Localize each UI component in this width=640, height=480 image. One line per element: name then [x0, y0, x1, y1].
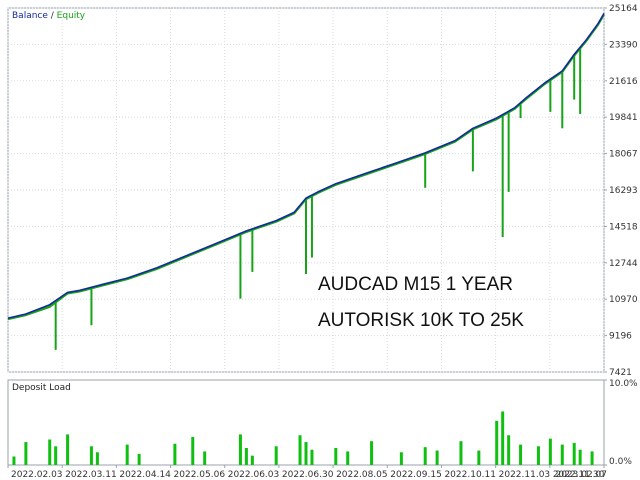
- y-tick-label: 23390: [609, 40, 638, 50]
- x-tick-label: 2023.02.07: [555, 470, 607, 480]
- deposit-load-bar: [590, 451, 594, 465]
- x-tick-label: 2022.05.06: [174, 470, 226, 480]
- y-tick-label: 7421: [609, 368, 632, 378]
- deposit-load-bar: [48, 439, 52, 465]
- legend-equity: Equity: [57, 11, 86, 21]
- x-tick-label: 2022.08.05: [336, 470, 388, 480]
- deposit-load-bar: [250, 455, 254, 465]
- x-tick-label: 2022.04.14: [119, 470, 171, 480]
- deposit-load-bar: [244, 448, 248, 465]
- y-tick-label: 12744: [609, 259, 638, 269]
- deposit-load-bar: [519, 444, 523, 465]
- deposit-load-bar: [66, 434, 70, 465]
- deposit-load-bar: [370, 441, 374, 465]
- y-tick-label: 14518: [609, 222, 638, 232]
- deposit-load-bar: [137, 453, 141, 465]
- deposit-load-bar: [477, 450, 481, 465]
- y-tick-label: 18067: [609, 150, 638, 160]
- deposit-load-bar: [572, 442, 576, 465]
- legend-separator: /: [48, 11, 57, 21]
- deposit-load-bar: [346, 451, 350, 465]
- deposit-load-bar: [54, 446, 58, 465]
- deposit-load-bar: [298, 435, 302, 465]
- legend-balance: Balance: [12, 11, 48, 21]
- deposit-load-bar: [310, 449, 314, 465]
- deposit-load-bar: [191, 436, 195, 465]
- deposit-load-bar: [399, 452, 403, 465]
- deposit-load-bar: [203, 451, 207, 465]
- y-tick-label: 10970: [609, 295, 638, 305]
- deposit-load-bar: [536, 446, 540, 465]
- backtest-chart: 25164 23390 21616 19841 18067 16293 14518 12744…: [7, 4, 638, 480]
- deposit-load-bar: [495, 420, 499, 465]
- deposit-load-bar: [334, 448, 338, 465]
- deposit-load-bar: [173, 443, 177, 465]
- deposit-load-panel: 10.0% 0.0% Deposit Load: [7, 379, 638, 467]
- deposit-load-bar: [304, 442, 308, 465]
- x-tick-label: 2022.10.11: [444, 470, 496, 480]
- deposit-load-bar: [548, 438, 552, 465]
- x-tick-label: 2022.06.30: [282, 470, 334, 480]
- y-tick-label: 9196: [609, 332, 632, 342]
- deposit-load-bar: [238, 434, 242, 465]
- chart-annotation-line: AUDCAD M15 1 YEAR: [318, 274, 513, 295]
- deposit-load-bar: [95, 452, 99, 465]
- x-tick-label: 2022.03.11: [65, 470, 117, 480]
- deposit-load-bar: [274, 446, 278, 465]
- deposit-load-bar: [501, 411, 505, 465]
- deposit-load-bar: [24, 442, 28, 465]
- x-tick-label: 2022.11.03: [499, 470, 551, 480]
- date-axis: 2022.02.03 2022.03.11 2022.04.14 2022.05.06…: [7, 465, 607, 480]
- deposit-load-bar: [89, 446, 93, 465]
- load-y-tick-label: 0.0%: [609, 457, 632, 467]
- deposit-load-bar: [423, 447, 427, 465]
- deposit-load-bar: [459, 441, 463, 465]
- y-tick-label: 25164: [609, 4, 638, 14]
- x-tick-label: 2022.06.03: [228, 470, 280, 480]
- x-tick-label: 2022.02.03: [11, 470, 63, 480]
- y-tick-label: 21616: [609, 77, 638, 87]
- deposit-load-bar: [507, 435, 511, 465]
- deposit-load-bar: [435, 450, 439, 465]
- load-legend: Deposit Load: [12, 383, 71, 393]
- deposit-load-bar: [125, 444, 129, 465]
- y-tick-label: 19841: [609, 113, 638, 123]
- load-y-tick-label: 10.0%: [609, 379, 638, 389]
- chart-annotation-line: AUTORISK 10K TO 25K: [318, 310, 524, 331]
- y-tick-label: 16293: [609, 186, 638, 196]
- balance-equity-panel: 25164 23390 21616 19841 18067 16293 14518 12744…: [7, 4, 638, 378]
- deposit-load-bar: [560, 444, 564, 465]
- chart-legend: Balance / Equity: [12, 11, 86, 21]
- deposit-load-bar: [12, 456, 16, 465]
- deposit-load-bar: [578, 449, 582, 465]
- x-tick-label: 2022.09.15: [390, 470, 442, 480]
